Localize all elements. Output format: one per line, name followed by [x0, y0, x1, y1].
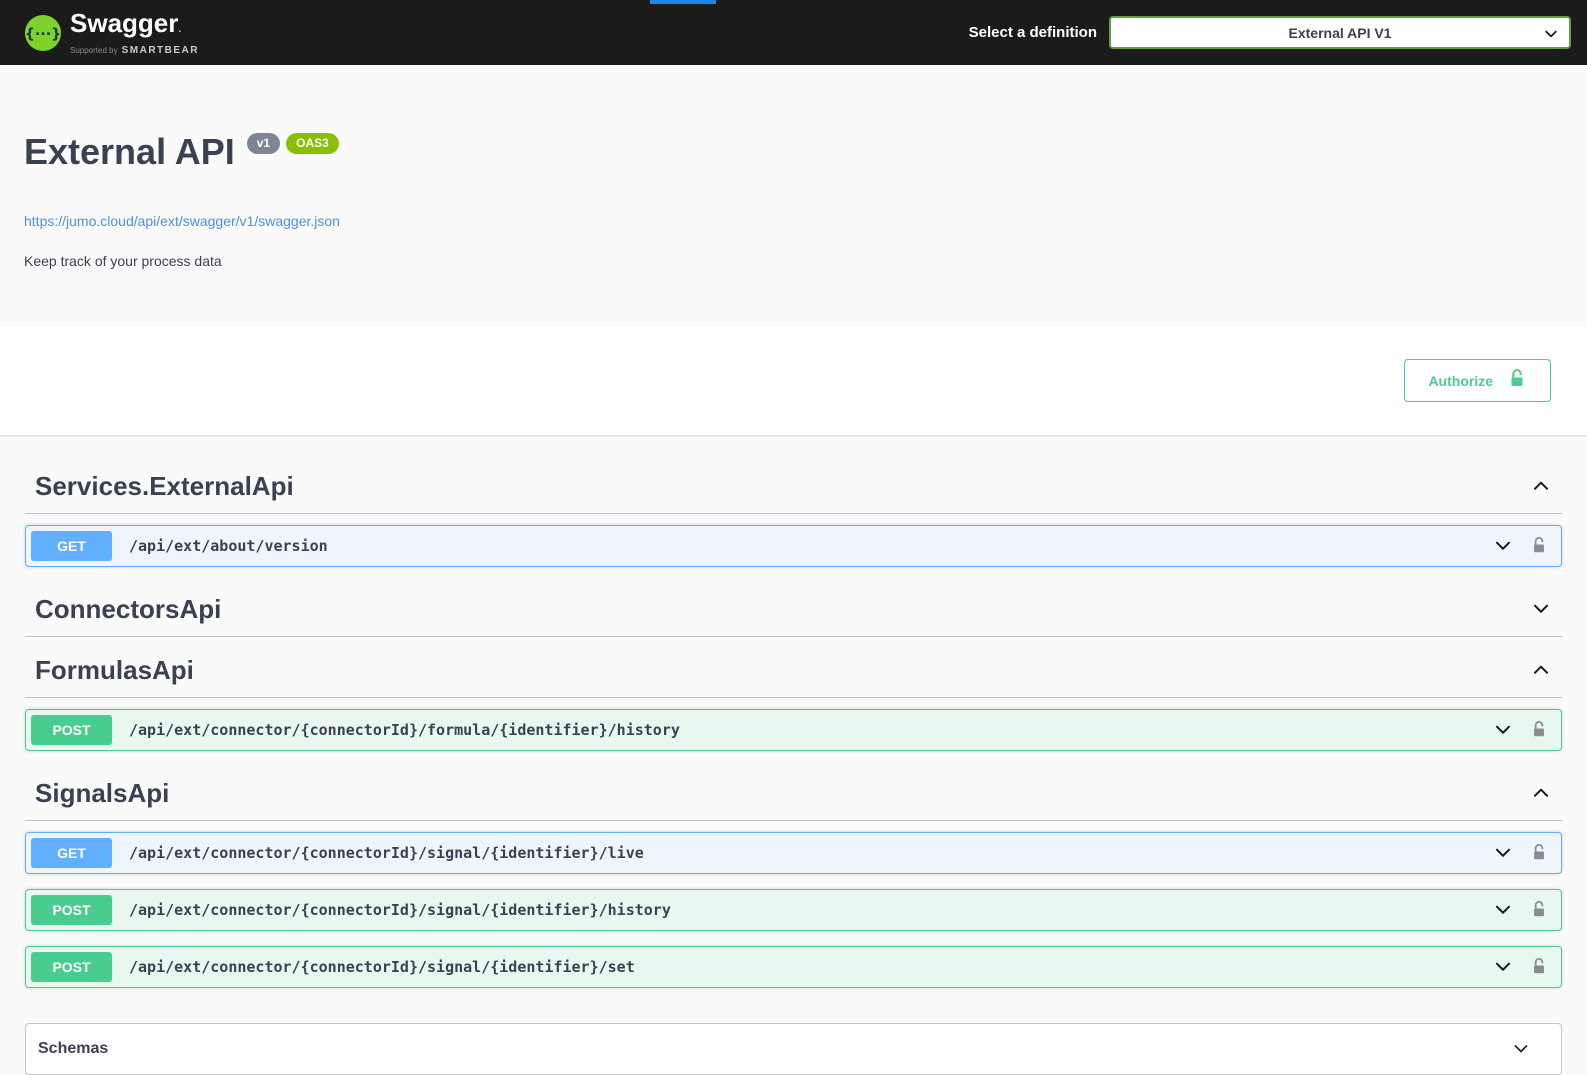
api-title-text: External API [24, 131, 235, 173]
top-blue-strip [650, 0, 716, 4]
chevron-down-icon[interactable] [1492, 535, 1514, 557]
tag-section-signalsapi: SignalsApi GET /api/ext/connector/{conne… [25, 766, 1562, 988]
chevron-up-icon[interactable] [1530, 782, 1552, 804]
operation-path: /api/ext/connector/{connectorId}/formula… [129, 721, 680, 739]
tag-section-services-externalapi: Services.ExternalApi GET /api/ext/about/… [25, 459, 1562, 567]
chevron-up-icon[interactable] [1530, 659, 1552, 681]
authorize-button[interactable]: Authorize [1404, 359, 1551, 402]
unlocked-padlock-icon [1530, 536, 1548, 557]
operation-path: /api/ext/connector/{connectorId}/signal/… [129, 958, 635, 976]
operation-row[interactable]: POST /api/ext/connector/{connectorId}/si… [25, 889, 1562, 931]
section-header-connectorsapi[interactable]: ConnectorsApi [25, 582, 1562, 637]
operation-lock-button[interactable] [1530, 957, 1548, 978]
section-title: ConnectorsApi [35, 594, 221, 624]
section-header-services-externalapi[interactable]: Services.ExternalApi [25, 459, 1562, 514]
unlocked-padlock-icon [1530, 900, 1548, 921]
operations-wrapper: Services.ExternalApi GET /api/ext/about/… [0, 435, 1587, 1075]
oas3-badge: OAS3 [286, 133, 339, 154]
definition-select-value: External API V1 [1289, 25, 1392, 41]
operation-row[interactable]: POST /api/ext/connector/{connectorId}/si… [25, 946, 1562, 988]
operation-lock-button[interactable] [1530, 720, 1548, 741]
operation-lock-button[interactable] [1530, 900, 1548, 921]
version-badge: v1 [247, 133, 280, 154]
smartbear-brand: SMARTBEAR [122, 45, 199, 56]
definition-selector-group: Select a definition External API V1 [969, 16, 1571, 49]
swagger-logo-text: Swagger. [70, 10, 199, 43]
operation-lock-button[interactable] [1530, 536, 1548, 557]
scheme-container: Authorize [0, 327, 1587, 435]
supported-by-line: Supported by SMARTBEAR [70, 45, 199, 56]
svg-text:{···}: {···} [25, 26, 62, 42]
operation-row[interactable]: POST /api/ext/connector/{connectorId}/fo… [25, 709, 1562, 751]
api-info-section: External API v1 OAS3 https://jumo.cloud/… [0, 65, 1587, 327]
topbar: {···} Swagger. Supported by SMARTBEAR Se… [0, 0, 1587, 65]
section-title: FormulasApi [35, 655, 194, 685]
tag-section-connectorsapi: ConnectorsApi [25, 582, 1562, 637]
operation-path: /api/ext/about/version [129, 537, 328, 555]
page-title: External API v1 OAS3 [24, 131, 1562, 173]
chevron-down-icon [1543, 26, 1559, 42]
chevron-up-icon[interactable] [1530, 475, 1552, 497]
swagger-logo-icon: {···} [24, 14, 62, 52]
method-badge: POST [31, 715, 112, 745]
operation-row[interactable]: GET /api/ext/connector/{connectorId}/sig… [25, 832, 1562, 874]
chevron-down-icon[interactable] [1492, 719, 1514, 741]
method-badge: GET [31, 531, 112, 561]
supported-by-label: Supported by [70, 46, 118, 55]
section-title: Services.ExternalApi [35, 471, 294, 501]
spec-url-link[interactable]: https://jumo.cloud/api/ext/swagger/v1/sw… [24, 213, 340, 229]
chevron-down-icon[interactable] [1530, 598, 1552, 620]
chevron-down-icon[interactable] [1511, 1039, 1531, 1059]
method-badge: POST [31, 952, 112, 982]
method-badge: GET [31, 838, 112, 868]
schemas-title: Schemas [38, 1040, 108, 1058]
operation-path: /api/ext/connector/{connectorId}/signal/… [129, 844, 644, 862]
section-title: SignalsApi [35, 778, 169, 808]
swagger-logo-link[interactable]: {···} Swagger. Supported by SMARTBEAR [24, 10, 199, 56]
unlocked-padlock-icon [1530, 957, 1548, 978]
schemas-section-header[interactable]: Schemas [25, 1023, 1562, 1075]
chevron-down-icon[interactable] [1492, 956, 1514, 978]
tag-section-formulasapi: FormulasApi POST /api/ext/connector/{con… [25, 643, 1562, 751]
operation-row[interactable]: GET /api/ext/about/version [25, 525, 1562, 567]
definition-select[interactable]: External API V1 [1109, 16, 1571, 49]
logo-trademark: . [178, 24, 181, 35]
definition-select-label: Select a definition [969, 24, 1097, 41]
chevron-down-icon[interactable] [1492, 842, 1514, 864]
operation-path: /api/ext/connector/{connectorId}/signal/… [129, 901, 671, 919]
api-description: Keep track of your process data [24, 253, 1562, 269]
unlocked-padlock-icon [1530, 720, 1548, 741]
section-header-formulasapi[interactable]: FormulasApi [25, 643, 1562, 698]
unlocked-padlock-icon [1507, 368, 1527, 393]
unlocked-padlock-icon [1530, 843, 1548, 864]
method-badge: POST [31, 895, 112, 925]
section-header-signalsapi[interactable]: SignalsApi [25, 766, 1562, 821]
authorize-button-label: Authorize [1428, 371, 1493, 391]
operation-lock-button[interactable] [1530, 843, 1548, 864]
chevron-down-icon[interactable] [1492, 899, 1514, 921]
